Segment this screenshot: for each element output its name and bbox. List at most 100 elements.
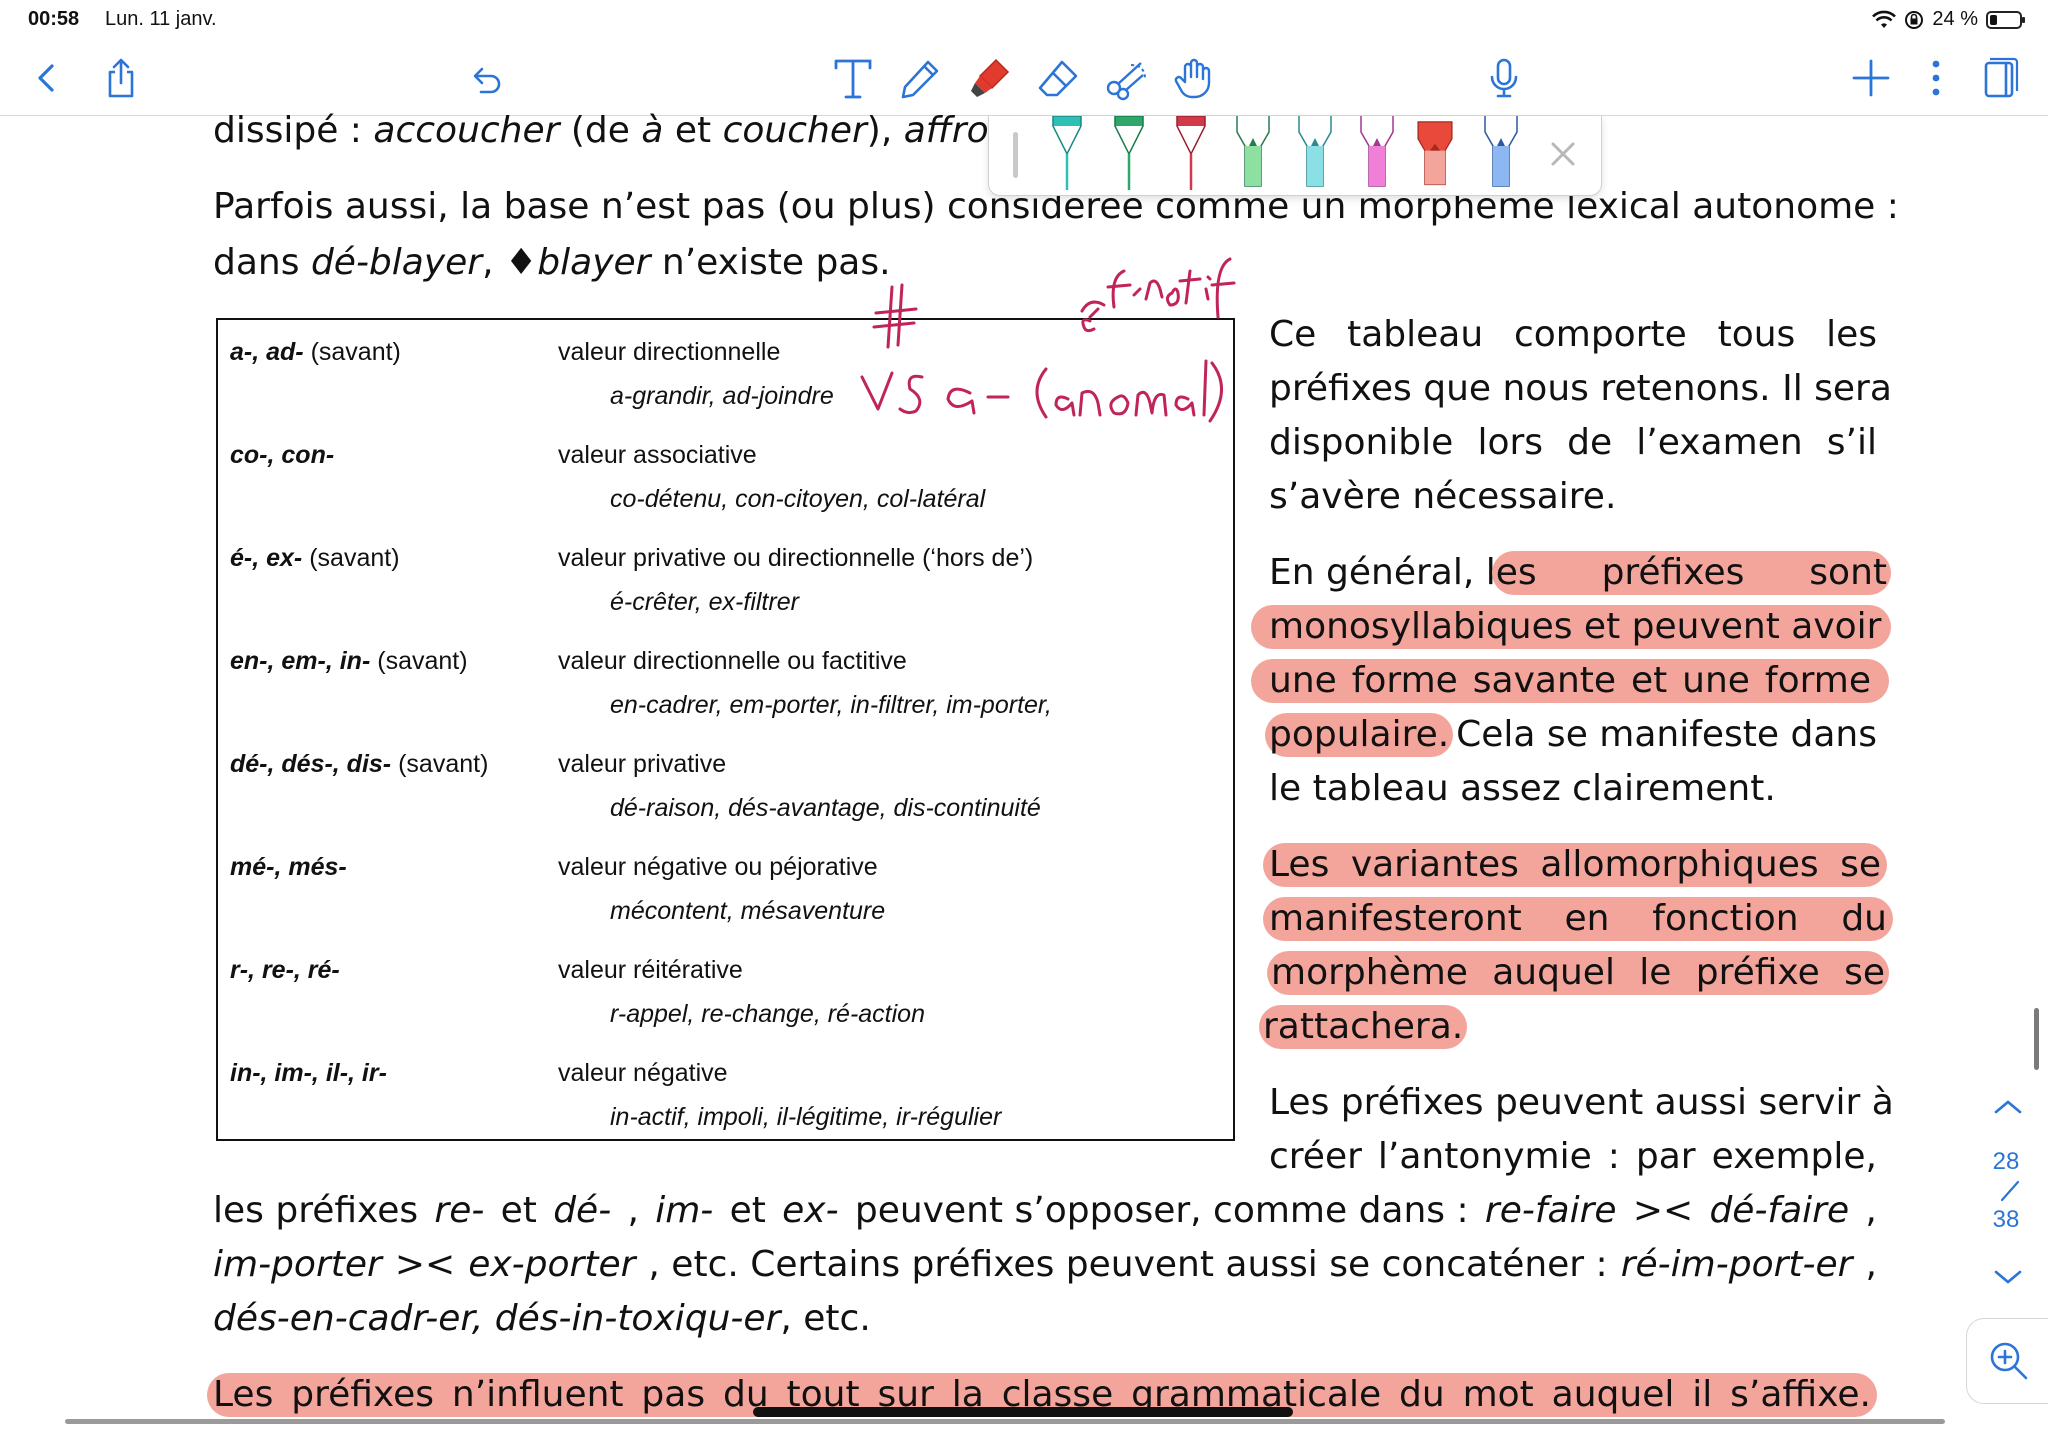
- back-button[interactable]: [18, 50, 74, 106]
- undo-button[interactable]: [458, 50, 514, 106]
- examples-cell: in-actif, impoli, il-légitime, ir-réguli…: [610, 1103, 1002, 1131]
- page-down-icon[interactable]: [1988, 1264, 2028, 1290]
- close-palette-icon[interactable]: [1543, 134, 1583, 174]
- battery-icon: [1986, 10, 2025, 29]
- highlight: monosyllabiques et peuvent avoir: [1251, 605, 1891, 649]
- table-row: mé-, més- valeur négative ou péjorative …: [218, 835, 1233, 935]
- zoom-button[interactable]: [1966, 1318, 2048, 1404]
- value-cell: valeur directionnelle: [558, 338, 781, 366]
- paragraph-line: s’avère nécessaire.: [1269, 476, 1617, 517]
- battery-percent: 24 %: [1932, 8, 1978, 30]
- paragraph-line: Ce tableau comporte tous les: [1269, 314, 1877, 355]
- highlighter-blue-swatch[interactable]: [1479, 116, 1523, 192]
- examples-cell: é-crêter, ex-filtrer: [610, 588, 799, 616]
- paragraph-line: Les préfixes peuvent aussi servir à: [1269, 1082, 1894, 1123]
- prefix-cell: dé-, dés-, dis- (savant): [230, 750, 489, 778]
- lasso-tool-button[interactable]: [1098, 50, 1154, 106]
- paragraph-line: im-porter >< ex-porter, etc. Certains pr…: [213, 1244, 1877, 1285]
- examples-cell: mécontent, mésaventure: [610, 897, 886, 925]
- status-date: Lun. 11 janv.: [105, 8, 217, 30]
- prefix-cell: é-, ex- (savant): [230, 544, 400, 572]
- share-button[interactable]: [93, 50, 149, 106]
- prefix-cell: mé-, més-: [230, 853, 347, 881]
- examples-cell: a-grandir, ad-joindre: [610, 382, 834, 410]
- highlight: Les variantes allomorphiques se: [1263, 843, 1887, 887]
- examples-cell: co-détenu, con-citoyen, col-latéral: [610, 485, 986, 513]
- home-indicator[interactable]: [753, 1407, 1293, 1417]
- zoom-in-icon: [1990, 1342, 2027, 1380]
- back-icon: [38, 64, 54, 92]
- value-cell: valeur associative: [558, 441, 757, 469]
- value-cell: valeur privative: [558, 750, 727, 778]
- vertical-scrollbar[interactable]: [2034, 1008, 2039, 1070]
- highlight: une forme savante et une forme: [1251, 659, 1889, 703]
- table-row: r-, re-, ré- valeur réitérative r-appel,…: [218, 938, 1233, 1038]
- page-up-icon[interactable]: [1988, 1094, 2028, 1120]
- eraser-tool-button[interactable]: [1030, 50, 1086, 106]
- pen-red-swatch[interactable]: [1169, 116, 1213, 192]
- value-cell: valeur directionnelle ou factitive: [558, 647, 907, 675]
- table-row: é-, ex- (savant) valeur privative ou dir…: [218, 526, 1233, 626]
- paragraph-line: les préfixes re- et dé-, im- et ex- peuv…: [213, 1190, 1877, 1231]
- highlight: populaire.: [1265, 713, 1454, 757]
- more-button[interactable]: [1908, 50, 1964, 106]
- palette-drag-handle[interactable]: [1013, 132, 1018, 178]
- highlight: es préfixes sont: [1491, 551, 1891, 595]
- document-page[interactable]: dissipé : accoucher (de à et coucher), a…: [0, 110, 2048, 1431]
- status-right: 24 %: [1872, 8, 2025, 31]
- highlighter-green-swatch[interactable]: [1231, 116, 1275, 192]
- hand-icon: [1174, 58, 1211, 99]
- share-icon: [108, 58, 134, 98]
- microphone-button[interactable]: [1476, 50, 1532, 106]
- highlight: morphème auquel le préfixe se: [1267, 951, 1889, 995]
- table-row: en-, em-, in- (savant) valeur directionn…: [218, 629, 1233, 729]
- value-cell: valeur négative: [558, 1059, 728, 1087]
- toolbar: [0, 42, 2048, 116]
- paragraph-line: préfixes que nous retenons. Il sera: [1269, 368, 1892, 409]
- more-icon: [1932, 60, 1940, 96]
- text-tool-button[interactable]: [825, 50, 881, 106]
- hand-tool-button[interactable]: [1166, 50, 1222, 106]
- highlighter-pink-swatch[interactable]: [1355, 116, 1399, 192]
- highlighter-cyan-swatch[interactable]: [1293, 116, 1337, 192]
- wifi-icon: [1872, 10, 1897, 28]
- prefix-cell: co-, con-: [230, 441, 335, 469]
- pen-teal-swatch[interactable]: [1045, 116, 1089, 192]
- handwritten-annotation-drawing: [860, 257, 1236, 423]
- prefix-cell: a-, ad- (savant): [230, 338, 401, 366]
- add-button[interactable]: [1843, 50, 1899, 106]
- table-row: dé-, dés-, dis- (savant) valeur privativ…: [218, 732, 1233, 832]
- undo-icon: [473, 67, 501, 94]
- cut-off-line: dissipé : accoucher (de à et coucher), a…: [213, 110, 1012, 151]
- highlighter-salmon-swatch-selected[interactable]: [1413, 116, 1457, 192]
- paragraph-line: dés-en-cadr-er, dés-in-toxiqu-er, etc.: [213, 1298, 871, 1339]
- paragraph-line: dans dé-blayer, ♦blayer n’existe pas.: [213, 242, 891, 283]
- pen-palette: [988, 116, 1602, 196]
- highlighter-icon: [971, 58, 1010, 97]
- pen-tool-button[interactable]: [893, 50, 949, 106]
- value-cell: valeur réitérative: [558, 956, 743, 984]
- eraser-icon: [1038, 60, 1078, 97]
- lasso-scissors-icon: [1106, 62, 1146, 101]
- text-tool-icon: [834, 59, 872, 99]
- prefix-cell: in-, im-, il-, ir-: [230, 1059, 387, 1087]
- location-lock-icon: [1905, 10, 1924, 29]
- pen-green-swatch[interactable]: [1107, 116, 1151, 192]
- value-cell: valeur négative ou péjorative: [558, 853, 878, 881]
- prefix-cell: r-, re-, ré-: [230, 956, 340, 984]
- highlight: manifesteront en fonction du: [1263, 897, 1893, 941]
- horizontal-scrollbar[interactable]: [65, 1419, 1945, 1424]
- pages-button[interactable]: [1972, 50, 2028, 106]
- paragraph-line: populaire. Cela se manifeste dans: [1265, 713, 1877, 757]
- paragraph-line: le tableau assez clairement.: [1269, 768, 1776, 809]
- paragraph-line: disponible lors de l’examen s’il: [1269, 422, 1877, 463]
- paragraph-line: créer l’antonymie : par exemple,: [1269, 1136, 1877, 1177]
- microphone-icon: [1490, 58, 1518, 98]
- highlighter-tool-button[interactable]: [962, 50, 1018, 106]
- pages-icon: [1984, 57, 2019, 98]
- total-page-number: 38: [1992, 1206, 2020, 1233]
- status-bar: 00:58 Lun. 11 janv. 24 %: [0, 0, 2048, 42]
- examples-cell: r-appel, re-change, ré-action: [610, 1000, 925, 1028]
- examples-cell: dé-raison, dés-avantage, dis-continuité: [610, 794, 1041, 822]
- examples-cell: en-cadrer, em-porter, in-filtrer, im-por…: [610, 691, 1052, 719]
